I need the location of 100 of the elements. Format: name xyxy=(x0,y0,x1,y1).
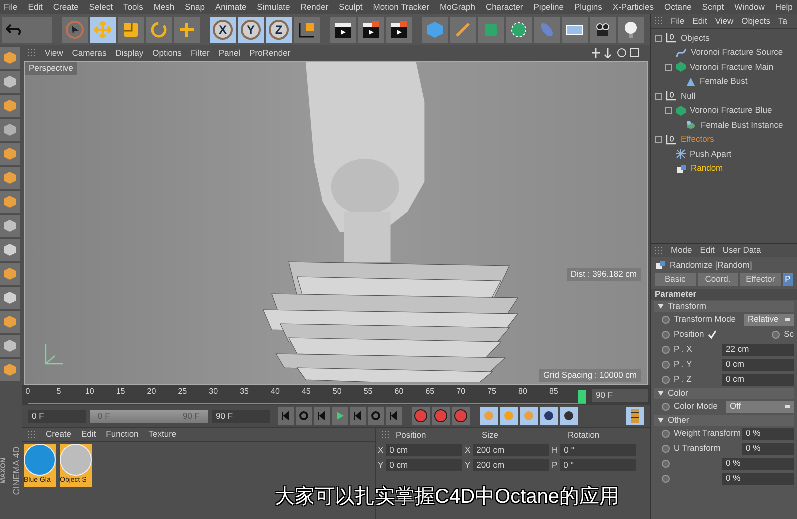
tree-item[interactable]: Female Bust xyxy=(700,75,748,88)
coordinate-system-button[interactable] xyxy=(294,16,320,42)
menu-item[interactable]: Mesh xyxy=(154,0,175,14)
menu-item[interactable]: Panel xyxy=(218,46,241,60)
menu-item[interactable]: Create xyxy=(53,0,79,14)
keyframe-dot-icon[interactable] xyxy=(662,346,670,354)
number-field[interactable]: 0 % xyxy=(722,458,794,470)
number-field[interactable]: 0 cm xyxy=(722,358,794,370)
menu-item[interactable]: File xyxy=(4,0,18,14)
keyframe-button[interactable] xyxy=(412,407,430,425)
collapse-triangle-icon[interactable] xyxy=(658,304,664,309)
menu-item[interactable]: Tools xyxy=(124,0,144,14)
playback-button[interactable] xyxy=(350,407,366,425)
menu-item[interactable]: Motion Tracker xyxy=(373,0,430,14)
menu-item[interactable]: View xyxy=(715,14,734,28)
axis-button[interactable]: Z xyxy=(266,16,292,42)
menu-item[interactable]: Edit xyxy=(692,14,708,28)
viewport[interactable]: Perspective Dist : 396.182 cm Grid Spacing : 10000 cm xyxy=(24,61,648,385)
tree-expander[interactable] xyxy=(665,64,672,71)
tree-item[interactable]: Objects xyxy=(681,32,710,45)
menu-item[interactable]: Cameras xyxy=(72,46,107,60)
collapse-triangle-icon[interactable] xyxy=(658,418,664,423)
render-button[interactable] xyxy=(330,16,356,42)
menu-item[interactable]: Snap xyxy=(185,0,205,14)
tree-item[interactable]: Voronoi Fracture Blue xyxy=(690,104,772,118)
keyframe-dot-icon[interactable] xyxy=(662,330,670,338)
playback-button[interactable] xyxy=(368,407,384,425)
number-field[interactable]: 22 cm xyxy=(722,344,794,356)
mode-button[interactable] xyxy=(0,119,20,141)
mode-button[interactable] xyxy=(0,167,20,189)
menu-item[interactable]: View xyxy=(45,46,64,60)
mode-button[interactable] xyxy=(0,335,20,357)
menu-item[interactable]: File xyxy=(671,14,685,28)
menu-item[interactable]: X-Particles xyxy=(612,0,654,14)
mode-button[interactable] xyxy=(0,311,20,333)
keyframe-dot-icon[interactable] xyxy=(772,330,780,338)
tool-button[interactable] xyxy=(146,16,172,42)
menu-item[interactable]: Display xyxy=(116,46,144,60)
menu-item[interactable]: Mode xyxy=(671,244,692,257)
coordinate-field[interactable]: 0 ° xyxy=(560,444,636,456)
keyframe-dot-icon[interactable] xyxy=(662,444,670,452)
dropdown[interactable]: Off xyxy=(726,400,794,412)
axis-button[interactable]: X xyxy=(210,16,236,42)
coordinate-field[interactable]: 200 cm xyxy=(472,444,549,456)
menu-item[interactable]: Simulate xyxy=(257,0,290,14)
number-field[interactable]: 0 % xyxy=(742,442,794,454)
tab[interactable]: Effector xyxy=(740,273,782,286)
axis-button[interactable]: Y xyxy=(238,16,264,42)
playback-button[interactable] xyxy=(296,407,312,425)
coordinate-field[interactable]: 0 ° xyxy=(560,459,636,472)
menu-item[interactable]: Options xyxy=(152,46,182,60)
menu-item[interactable]: Animate xyxy=(216,0,247,14)
menu-item[interactable]: Plugins xyxy=(574,0,602,14)
tree-item[interactable]: Null xyxy=(681,90,696,103)
timeline-ruler[interactable]: 0 5 10 15 20 25 30 35 40 45 50 55 60 65 70 75 80 85 xyxy=(28,386,586,404)
frame-field[interactable]: 90 F xyxy=(212,410,270,422)
mode-button[interactable] xyxy=(0,47,20,69)
checkbox[interactable] xyxy=(708,330,718,339)
mode-button[interactable] xyxy=(0,95,20,117)
timeline-button[interactable] xyxy=(626,407,644,425)
render-button[interactable] xyxy=(358,16,384,42)
render-button[interactable] xyxy=(386,16,412,42)
menu-item[interactable]: Character xyxy=(486,0,524,14)
tab[interactable]: P xyxy=(783,273,794,286)
menu-item[interactable]: Edit xyxy=(28,0,43,14)
mode-button[interactable] xyxy=(0,71,20,93)
number-field[interactable]: 0 cm xyxy=(722,374,794,386)
menu-item[interactable]: Sculpt xyxy=(339,0,363,14)
menu-item[interactable]: Select xyxy=(89,0,113,14)
mode-button[interactable] xyxy=(0,239,20,261)
tree-expander[interactable] xyxy=(655,34,662,42)
keyframe-dot-icon[interactable] xyxy=(662,474,670,482)
menu-item[interactable]: Script xyxy=(702,0,724,14)
key-mode-button[interactable] xyxy=(560,407,578,425)
mode-button[interactable] xyxy=(0,191,20,213)
mode-button[interactable] xyxy=(0,359,20,381)
tree-item[interactable]: Random xyxy=(691,162,724,176)
menu-item[interactable]: Edit xyxy=(700,244,715,257)
menu-item[interactable]: Pipeline xyxy=(534,0,564,14)
keyframe-dot-icon[interactable] xyxy=(662,402,670,410)
mode-button[interactable] xyxy=(0,215,20,237)
tree-item[interactable]: Female Bust Instance xyxy=(701,118,784,132)
menu-item[interactable]: Texture xyxy=(148,428,177,441)
playback-button[interactable] xyxy=(314,407,330,425)
playback-button[interactable] xyxy=(386,407,402,425)
menu-item[interactable]: Function xyxy=(106,428,139,441)
menu-item[interactable]: Window xyxy=(734,0,765,14)
group-header[interactable]: Color xyxy=(668,387,688,400)
frame-field[interactable]: 0 F xyxy=(28,410,86,422)
collapse-triangle-icon[interactable] xyxy=(658,391,664,396)
menu-item[interactable]: Render xyxy=(300,0,329,14)
keyframe-dot-icon[interactable] xyxy=(662,360,670,368)
keyframe-dot-icon[interactable] xyxy=(662,376,670,384)
keyframe-button[interactable] xyxy=(452,407,470,425)
coordinate-field[interactable]: 0 cm xyxy=(386,459,462,472)
tree-item[interactable]: Voronoi Fracture Source xyxy=(691,46,784,60)
playback-button[interactable] xyxy=(278,407,294,425)
menu-item[interactable]: Filter xyxy=(190,46,210,60)
coordinate-field[interactable]: 200 cm xyxy=(472,459,549,472)
tree-item[interactable]: Push Apart xyxy=(690,148,732,161)
